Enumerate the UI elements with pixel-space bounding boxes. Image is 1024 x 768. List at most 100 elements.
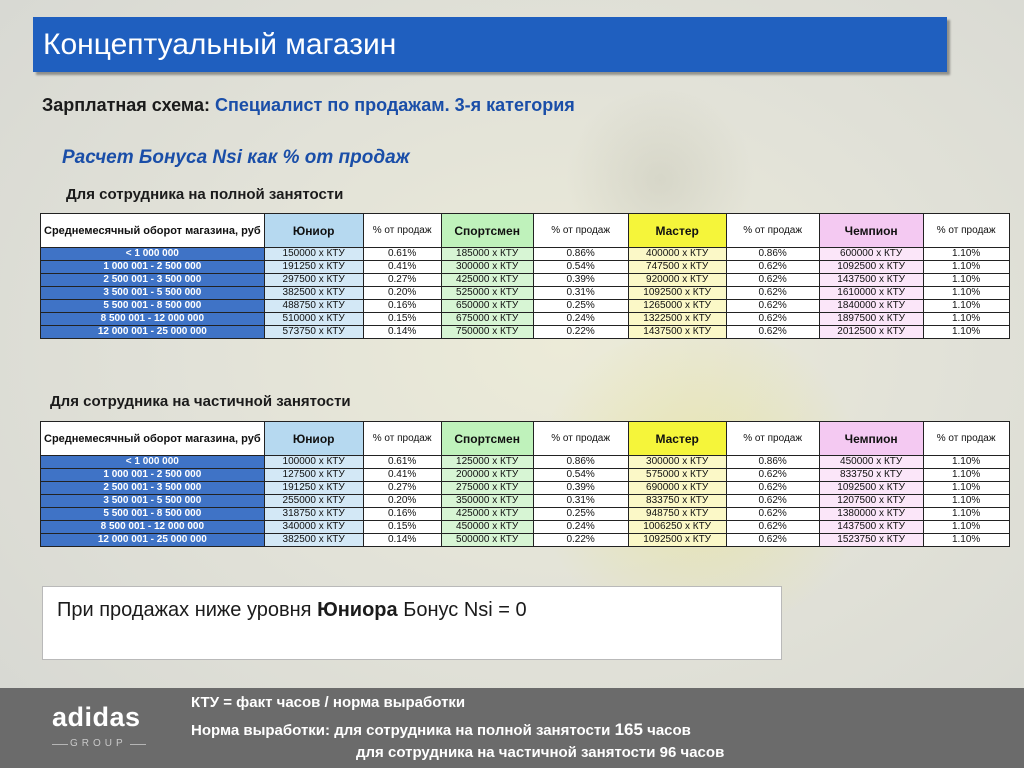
cell-champion-pct: 1.10%: [922, 507, 1010, 521]
cell-sport-pct: 0.31%: [532, 286, 629, 300]
cell-range: < 1 000 000: [40, 455, 265, 469]
table-row: 1 000 001 - 2 500 000 191250 x КТУ 0.41% 30…: [40, 260, 1010, 274]
part-time-table: Среднемесячный оборот магазина, руб Юниор…: [40, 421, 1010, 547]
cell-champion-pct: 1.10%: [922, 533, 1010, 547]
cell-master: 920000 x КТУ: [627, 273, 727, 287]
cell-sport-pct: 0.54%: [532, 260, 629, 274]
cell-sport-pct: 0.39%: [532, 481, 629, 495]
cell-junior-pct: 0.15%: [362, 520, 442, 534]
cell-master-pct: 0.62%: [725, 494, 820, 508]
cell-range: 1 000 001 - 2 500 000: [40, 468, 265, 482]
cell-master: 1265000 x КТУ: [627, 299, 727, 313]
note-prefix: При продажах ниже уровня: [57, 599, 312, 621]
cell-master-pct: 0.62%: [725, 260, 820, 274]
cell-master: 833750 x КТУ: [627, 494, 727, 508]
norm-full-unit: часов: [647, 722, 691, 739]
cell-champion: 1437500 x КТУ: [818, 273, 924, 287]
cell-junior-pct: 0.61%: [362, 455, 442, 469]
cell-sport-pct: 0.25%: [532, 299, 629, 313]
cell-champion-pct: 1.10%: [922, 312, 1010, 326]
cell-junior-pct: 0.15%: [362, 312, 442, 326]
cell-champion-pct: 1.10%: [922, 494, 1010, 508]
cell-range: 8 500 001 - 12 000 000: [40, 312, 265, 326]
header-junior-pct: % от продаж: [362, 421, 442, 456]
logo-rule-left: [52, 744, 68, 745]
cell-champion-pct: 1.10%: [922, 247, 1010, 261]
cell-champion: 1092500 x КТУ: [818, 481, 924, 495]
cell-master-pct: 0.62%: [725, 520, 820, 534]
cell-junior-pct: 0.27%: [362, 481, 442, 495]
logo-wordmark: adidas: [52, 702, 141, 732]
cell-master: 1437500 x КТУ: [627, 325, 727, 339]
cell-junior: 127500 x КТУ: [263, 468, 364, 482]
cell-master: 1092500 x КТУ: [627, 286, 727, 300]
cell-master: 300000 x КТУ: [627, 455, 727, 469]
cell-champion: 1840000 x КТУ: [818, 299, 924, 313]
norm-full-value: 165: [614, 720, 643, 739]
cell-junior-pct: 0.27%: [362, 273, 442, 287]
cell-sport: 125000 x КТУ: [440, 455, 534, 469]
cell-range: 5 500 001 - 8 500 000: [40, 299, 265, 313]
cell-champion: 2012500 x КТУ: [818, 325, 924, 339]
cell-champion-pct: 1.10%: [922, 481, 1010, 495]
title-bar: Концептуальный магазин: [33, 17, 947, 72]
cell-range: 3 500 001 - 5 500 000: [40, 494, 265, 508]
cell-sport-pct: 0.24%: [532, 312, 629, 326]
cell-champion-pct: 1.10%: [922, 520, 1010, 534]
norm-full-time: Норма выработки: для сотрудника на полно…: [191, 720, 691, 740]
cell-master-pct: 0.62%: [725, 273, 820, 287]
table-row: 1 000 001 - 2 500 000 127500 x КТУ 0.41% 20…: [40, 468, 1010, 482]
cell-junior-pct: 0.14%: [362, 325, 442, 339]
cell-champion-pct: 1.10%: [922, 273, 1010, 287]
table-row: < 1 000 000 150000 x КТУ 0.61% 185000 x КТУ…: [40, 247, 1010, 261]
cell-champion: 1523750 x КТУ: [818, 533, 924, 547]
cell-sport-pct: 0.25%: [532, 507, 629, 521]
cell-junior: 150000 x КТУ: [263, 247, 364, 261]
cell-master-pct: 0.62%: [725, 507, 820, 521]
cell-master-pct: 0.86%: [725, 247, 820, 261]
footer-bar: adidas GROUP КТУ = факт часов / норма вы…: [0, 688, 1024, 768]
cell-sport: 350000 x КТУ: [440, 494, 534, 508]
cell-sport: 275000 x КТУ: [440, 481, 534, 495]
adidas-group-logo: adidas GROUP: [52, 702, 148, 754]
table-row: 3 500 001 - 5 500 000 255000 x КТУ 0.20% 35…: [40, 494, 1010, 508]
cell-sport: 300000 x КТУ: [440, 260, 534, 274]
cell-master-pct: 0.62%: [725, 325, 820, 339]
header-master: Мастер: [627, 421, 727, 456]
cell-master: 690000 x КТУ: [627, 481, 727, 495]
table-header-row: Среднемесячный оборот магазина, руб Юниор…: [40, 213, 1010, 248]
cell-champion: 450000 x КТУ: [818, 455, 924, 469]
cell-master: 1006250 x КТУ: [627, 520, 727, 534]
cell-sport: 425000 x КТУ: [440, 273, 534, 287]
cell-junior: 488750 x КТУ: [263, 299, 364, 313]
note-suffix: Бонус Nsi = 0: [403, 599, 527, 621]
cell-master: 400000 x КТУ: [627, 247, 727, 261]
cell-champion-pct: 1.10%: [922, 286, 1010, 300]
cell-sport-pct: 0.39%: [532, 273, 629, 287]
scheme-subtitle: Зарплатная схема: Специалист по продажам…: [42, 95, 575, 116]
header-master: Мастер: [627, 213, 727, 248]
cell-sport: 525000 x КТУ: [440, 286, 534, 300]
cell-champion: 600000 x КТУ: [818, 247, 924, 261]
cell-junior: 318750 x КТУ: [263, 507, 364, 521]
table-row: 3 500 001 - 5 500 000 382500 x КТУ 0.20% 52…: [40, 286, 1010, 300]
cell-champion: 1610000 x КТУ: [818, 286, 924, 300]
header-champion: Чемпион: [818, 421, 924, 456]
cell-master-pct: 0.62%: [725, 468, 820, 482]
cell-junior-pct: 0.41%: [362, 260, 442, 274]
cell-junior: 255000 x КТУ: [263, 494, 364, 508]
logo-rule-right: [130, 744, 146, 745]
header-sport: Спортсмен: [440, 213, 534, 248]
cell-champion-pct: 1.10%: [922, 299, 1010, 313]
cell-champion: 1380000 x КТУ: [818, 507, 924, 521]
cell-master-pct: 0.62%: [725, 286, 820, 300]
cell-range: 8 500 001 - 12 000 000: [40, 520, 265, 534]
header-sport: Спортсмен: [440, 421, 534, 456]
header-sport-pct: % от продаж: [532, 421, 629, 456]
cell-sport: 500000 x КТУ: [440, 533, 534, 547]
table-row: 2 500 001 - 3 500 000 297500 x КТУ 0.27% 42…: [40, 273, 1010, 287]
cell-master: 1092500 x КТУ: [627, 533, 727, 547]
cell-junior: 382500 x КТУ: [263, 286, 364, 300]
cell-junior-pct: 0.41%: [362, 468, 442, 482]
table-row: 8 500 001 - 12 000 000 510000 x КТУ 0.15% 6…: [40, 312, 1010, 326]
